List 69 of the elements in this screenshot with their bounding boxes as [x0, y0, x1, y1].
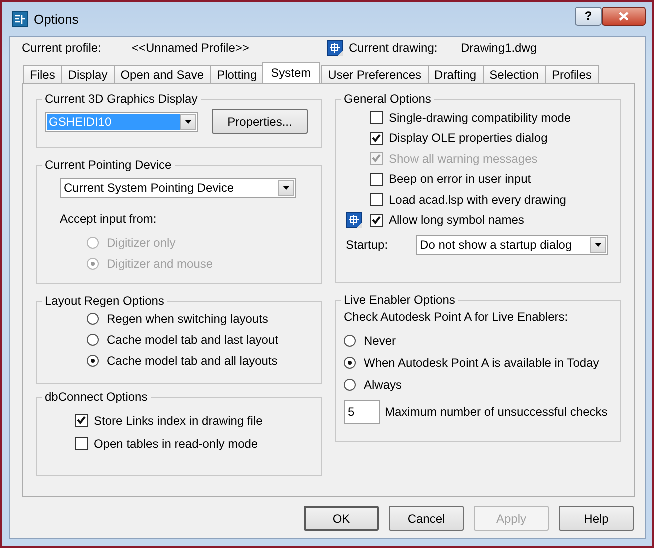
- checkbox-label: Open tables in read-only mode: [94, 436, 258, 450]
- properties-button[interactable]: Properties...: [212, 109, 308, 134]
- radio-button[interactable]: [344, 378, 356, 390]
- radio-button[interactable]: [87, 354, 99, 366]
- app-icon: [12, 11, 28, 27]
- checkbox-label: Load acad.lsp with every drawing: [389, 192, 566, 206]
- accept-input-label: Accept input from:: [60, 212, 158, 226]
- drawing-label: Current drawing:: [349, 41, 439, 55]
- live-enabler-prompt: Check Autodesk Point A for Live Enablers:: [344, 310, 570, 324]
- radio-label: Cache model tab and last layout: [107, 332, 278, 346]
- drawing-icon: [327, 40, 343, 56]
- tab[interactable]: System: [262, 62, 320, 83]
- dropdown-arrow-icon: [594, 242, 602, 246]
- drawing-value: Drawing1.dwg: [461, 41, 538, 55]
- max-checks-label: Maximum number of unsuccessful checks: [385, 405, 608, 419]
- checkbox-label: Beep on error in user input: [389, 172, 532, 186]
- tab[interactable]: Plotting: [210, 65, 264, 83]
- radio-label: Never: [364, 334, 396, 348]
- profile-label: Current profile:: [22, 41, 102, 55]
- dialog-button[interactable]: Help: [559, 506, 634, 531]
- checkbox-label: Display OLE properties dialog: [389, 131, 548, 145]
- checkbox-label: Store Links index in drawing file: [94, 414, 263, 428]
- group-title: General Options: [343, 92, 432, 106]
- dropdown[interactable]: Do not show a startup dialog: [416, 234, 608, 254]
- checkbox[interactable]: [370, 193, 383, 206]
- checkbox-label: Show all warning messages: [389, 152, 538, 166]
- group-title: Live Enabler Options: [343, 293, 456, 307]
- checkbox[interactable]: [370, 111, 383, 124]
- dropdown-arrow-icon: [184, 120, 192, 124]
- checkbox[interactable]: [370, 214, 383, 226]
- checkbox[interactable]: [370, 172, 383, 186]
- tab[interactable]: Open and Save: [114, 65, 212, 83]
- dropdown-arrow-icon: [282, 186, 290, 190]
- dialog-button[interactable]: Cancel: [389, 506, 464, 531]
- checkbox[interactable]: [75, 437, 88, 450]
- radio-label: Digitizer only: [107, 236, 176, 250]
- checkbox-label: Allow long symbol names: [389, 213, 524, 227]
- startup-label: Startup:: [346, 238, 388, 252]
- tab[interactable]: Selection: [482, 65, 546, 83]
- tab[interactable]: Display: [61, 65, 115, 83]
- group-title: dbConnect Options: [44, 390, 149, 404]
- radio-label: When Autodesk Point A is available in Today: [364, 356, 600, 370]
- tab[interactable]: Files: [23, 65, 62, 83]
- close-button[interactable]: [602, 6, 646, 26]
- checkbox[interactable]: [370, 132, 383, 144]
- radio-label: Digitizer and mouse: [107, 256, 214, 270]
- close-icon: [619, 12, 629, 20]
- radio-button[interactable]: [87, 312, 99, 324]
- dialog-button[interactable]: OK: [304, 506, 379, 531]
- tab[interactable]: User Preferences: [321, 65, 429, 83]
- checkbox[interactable]: [75, 414, 88, 427]
- radio-button[interactable]: [87, 334, 99, 346]
- radio-button[interactable]: [344, 334, 356, 346]
- input-field[interactable]: 5: [344, 400, 380, 424]
- profile-value: <<Unnamed Profile>>: [132, 41, 250, 55]
- tab[interactable]: Drafting: [428, 65, 484, 83]
- window-title: Options: [34, 12, 79, 26]
- radio-label: Always: [364, 378, 402, 392]
- group-title: Current 3D Graphics Display: [44, 92, 199, 106]
- drawing-icon: [346, 212, 362, 228]
- radio-label: Cache model tab and all layouts: [107, 354, 278, 368]
- tab[interactable]: Profiles: [544, 65, 599, 83]
- radio-label: Regen when switching layouts: [107, 312, 268, 326]
- group-title: Layout Regen Options: [44, 294, 166, 308]
- dropdown[interactable]: Current System Pointing Device: [60, 178, 296, 198]
- help-button[interactable]: ?: [575, 6, 602, 26]
- group-title: Current Pointing Device: [44, 158, 173, 172]
- checkbox-label: Single-drawing compatibility mode: [389, 110, 572, 124]
- radio-button[interactable]: [344, 356, 356, 368]
